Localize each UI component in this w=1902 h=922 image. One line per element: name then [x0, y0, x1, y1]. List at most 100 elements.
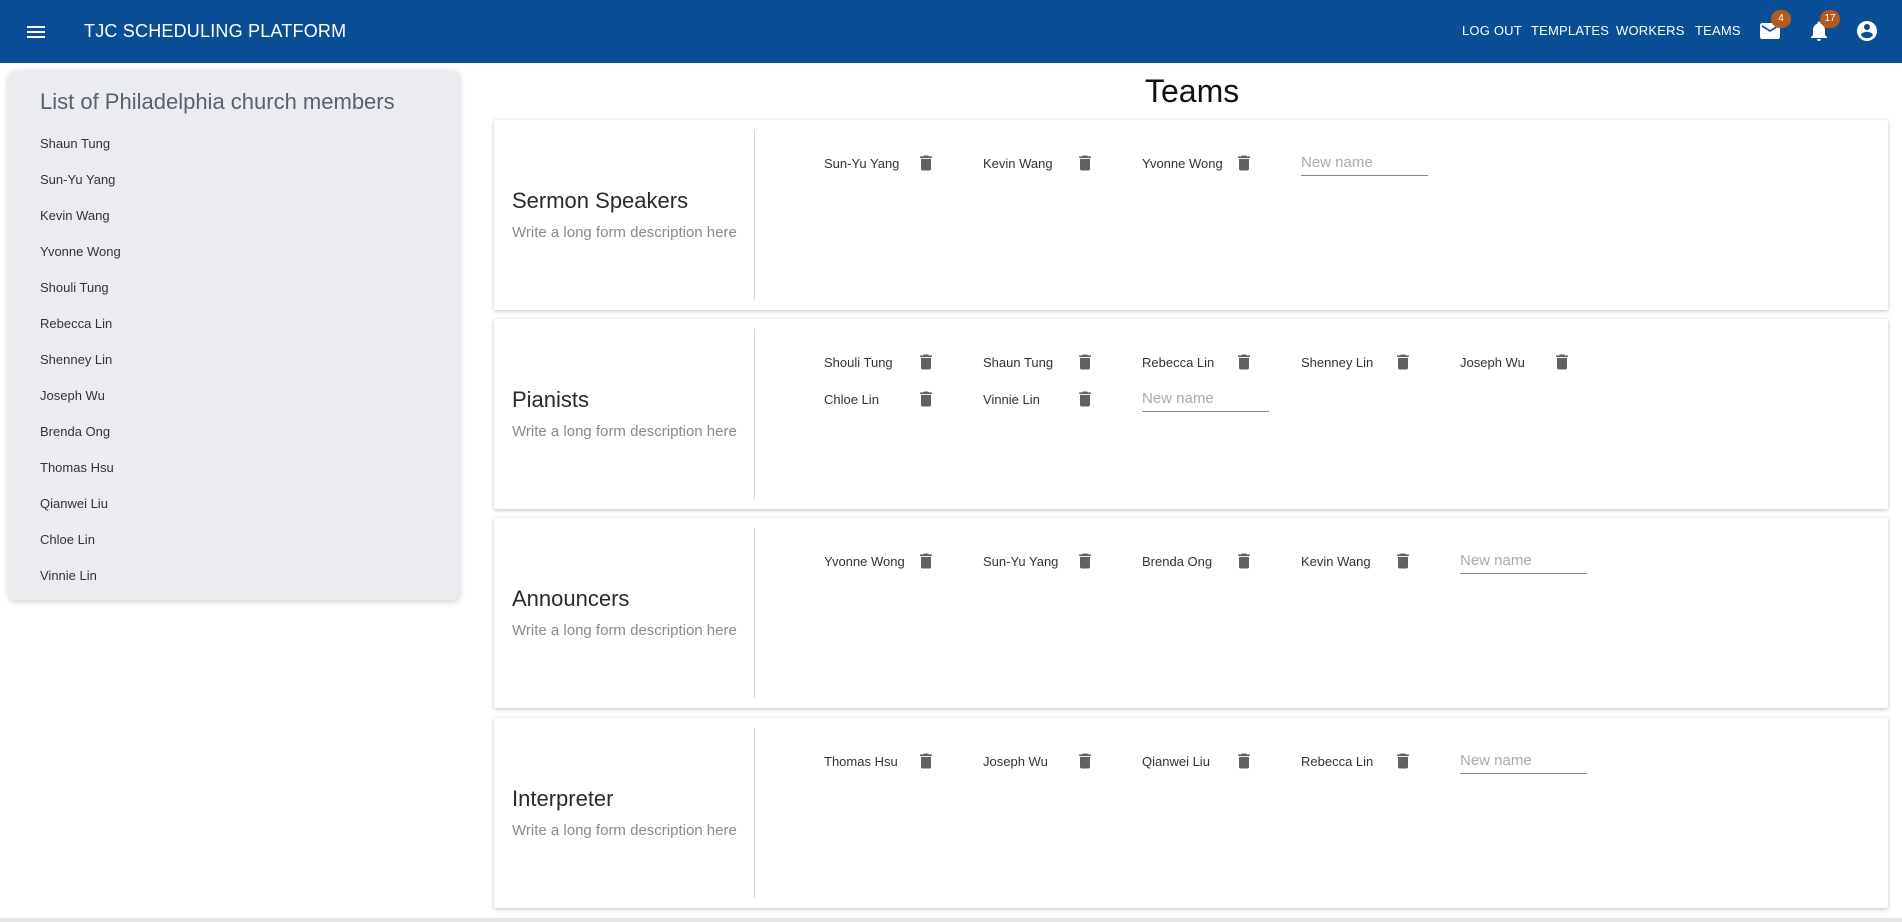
trash-icon[interactable] — [1075, 351, 1095, 373]
member-list-item[interactable]: Vinnie Lin — [40, 568, 121, 604]
team-member-name: Rebecca Lin — [1301, 753, 1374, 769]
new-name-slot — [1460, 748, 1619, 774]
team-member-chip: Shenney Lin — [1301, 349, 1460, 375]
member-list-item[interactable]: Shouli Tung — [40, 280, 121, 316]
team-name: Announcers — [512, 586, 630, 611]
new-name-input[interactable] — [1460, 748, 1587, 774]
team-member-chip: Rebecca Lin — [1142, 349, 1301, 375]
team-member-chip: Shouli Tung — [824, 349, 983, 375]
team-member-name: Shenney Lin — [1301, 354, 1374, 370]
team-member-name: Joseph Wu — [1460, 354, 1525, 370]
team-description[interactable]: Write a long form description here — [512, 224, 737, 241]
trash-icon[interactable] — [1234, 750, 1254, 772]
team-member-chip: Chloe Lin — [824, 386, 983, 412]
trash-icon[interactable] — [1075, 550, 1095, 572]
trash-icon[interactable] — [1234, 152, 1254, 174]
team-member-chip: Qianwei Liu — [1142, 748, 1301, 774]
team-member-name: Shouli Tung — [824, 354, 893, 370]
team-member-chip: Yvonne Wong — [824, 548, 983, 574]
team-card-sermon-speakers: Sermon Speakers Write a long form descri… — [494, 120, 1888, 310]
mail-badge: 4 — [1771, 10, 1791, 28]
hamburger-menu-icon[interactable] — [24, 20, 48, 44]
member-list-item[interactable]: Brenda Ong — [40, 424, 121, 460]
teams-link[interactable]: TEAMS — [1695, 23, 1741, 38]
team-member-chip: Vinnie Lin — [983, 386, 1142, 412]
team-member-name: Yvonne Wong — [1142, 155, 1223, 171]
team-member-list: Thomas Hsu Joseph Wu Qianwei Liu Rebecca… — [824, 748, 1824, 774]
trash-icon[interactable] — [1234, 550, 1254, 572]
team-member-name: Brenda Ong — [1142, 553, 1213, 569]
team-member-chip: Sun-Yu Yang — [824, 150, 983, 176]
trash-icon[interactable] — [1075, 750, 1095, 772]
trash-icon[interactable] — [916, 388, 936, 410]
team-info: Pianists Write a long form description h… — [512, 319, 748, 509]
team-member-name: Shaun Tung — [983, 354, 1054, 370]
divider — [754, 728, 755, 898]
team-description[interactable]: Write a long form description here — [512, 423, 737, 440]
new-name-input[interactable] — [1142, 386, 1269, 412]
team-member-chip: Yvonne Wong — [1142, 150, 1301, 176]
member-list-item[interactable]: Rebecca Lin — [40, 316, 121, 352]
team-member-name: Chloe Lin — [824, 391, 879, 407]
templates-link[interactable]: TEMPLATES — [1531, 23, 1609, 38]
trash-icon[interactable] — [1552, 351, 1572, 373]
member-list: Shaun Tung Sun-Yu Yang Kevin Wang Yvonne… — [40, 136, 121, 604]
trash-icon[interactable] — [1393, 550, 1413, 572]
member-list-item[interactable]: Thomas Hsu — [40, 460, 121, 496]
page-bottom-edge — [0, 918, 1902, 922]
team-member-chip: Sun-Yu Yang — [983, 548, 1142, 574]
team-member-chip: Joseph Wu — [1460, 349, 1619, 375]
team-info: Sermon Speakers Write a long form descri… — [512, 120, 748, 310]
bell-icon[interactable]: 17 — [1807, 10, 1840, 43]
trash-icon[interactable] — [1234, 351, 1254, 373]
team-description[interactable]: Write a long form description here — [512, 822, 737, 839]
team-name: Interpreter — [512, 786, 614, 811]
new-name-slot — [1142, 386, 1301, 412]
team-member-name: Qianwei Liu — [1142, 753, 1210, 769]
team-member-name: Thomas Hsu — [824, 753, 898, 769]
member-list-item[interactable]: Chloe Lin — [40, 532, 121, 568]
page-title: Teams — [1145, 73, 1240, 109]
team-member-list: Shouli Tung Shaun Tung Rebecca Lin Shenn… — [824, 349, 1824, 412]
team-card-pianists: Pianists Write a long form description h… — [494, 319, 1888, 509]
logout-link[interactable]: LOG OUT — [1462, 23, 1522, 38]
account-circle-icon[interactable] — [1855, 19, 1879, 43]
team-member-name: Vinnie Lin — [983, 391, 1040, 407]
trash-icon[interactable] — [1393, 351, 1413, 373]
new-name-input[interactable] — [1460, 548, 1587, 574]
trash-icon[interactable] — [916, 152, 936, 174]
trash-icon[interactable] — [916, 750, 936, 772]
member-list-item[interactable]: Kevin Wang — [40, 208, 121, 244]
team-description[interactable]: Write a long form description here — [512, 622, 737, 639]
team-name: Pianists — [512, 387, 590, 412]
team-card-interpreter: Interpreter Write a long form descriptio… — [494, 718, 1888, 908]
mail-icon[interactable]: 4 — [1758, 10, 1791, 43]
member-list-item[interactable]: Shaun Tung — [40, 136, 121, 172]
team-member-chip: Brenda Ong — [1142, 548, 1301, 574]
trash-icon[interactable] — [916, 550, 936, 572]
member-list-item[interactable]: Sun-Yu Yang — [40, 172, 121, 208]
member-list-item[interactable]: Joseph Wu — [40, 388, 121, 424]
team-info: Interpreter Write a long form descriptio… — [512, 718, 748, 908]
team-member-name: Rebecca Lin — [1142, 354, 1215, 370]
team-member-chip: Shaun Tung — [983, 349, 1142, 375]
member-list-item[interactable]: Qianwei Liu — [40, 496, 121, 532]
members-panel-title: List of Philadelphia church members — [40, 89, 395, 114]
team-member-list: Sun-Yu Yang Kevin Wang Yvonne Wong — [824, 150, 1824, 176]
team-member-name: Yvonne Wong — [824, 553, 905, 569]
team-member-list: Yvonne Wong Sun-Yu Yang Brenda Ong Kevin… — [824, 548, 1824, 574]
app-title: TJC SCHEDULING PLATFORM — [84, 21, 347, 41]
team-member-chip: Kevin Wang — [1301, 548, 1460, 574]
member-list-item[interactable]: Shenney Lin — [40, 352, 121, 388]
divider — [754, 130, 755, 300]
workers-link[interactable]: WORKERS — [1616, 23, 1685, 38]
trash-icon[interactable] — [1075, 388, 1095, 410]
team-member-chip: Rebecca Lin — [1301, 748, 1460, 774]
new-name-input[interactable] — [1301, 150, 1428, 176]
trash-icon[interactable] — [1393, 750, 1413, 772]
team-member-name: Joseph Wu — [983, 753, 1048, 769]
trash-icon[interactable] — [1075, 152, 1095, 174]
member-list-item[interactable]: Yvonne Wong — [40, 244, 121, 280]
team-member-chip: Kevin Wang — [983, 150, 1142, 176]
trash-icon[interactable] — [916, 351, 936, 373]
